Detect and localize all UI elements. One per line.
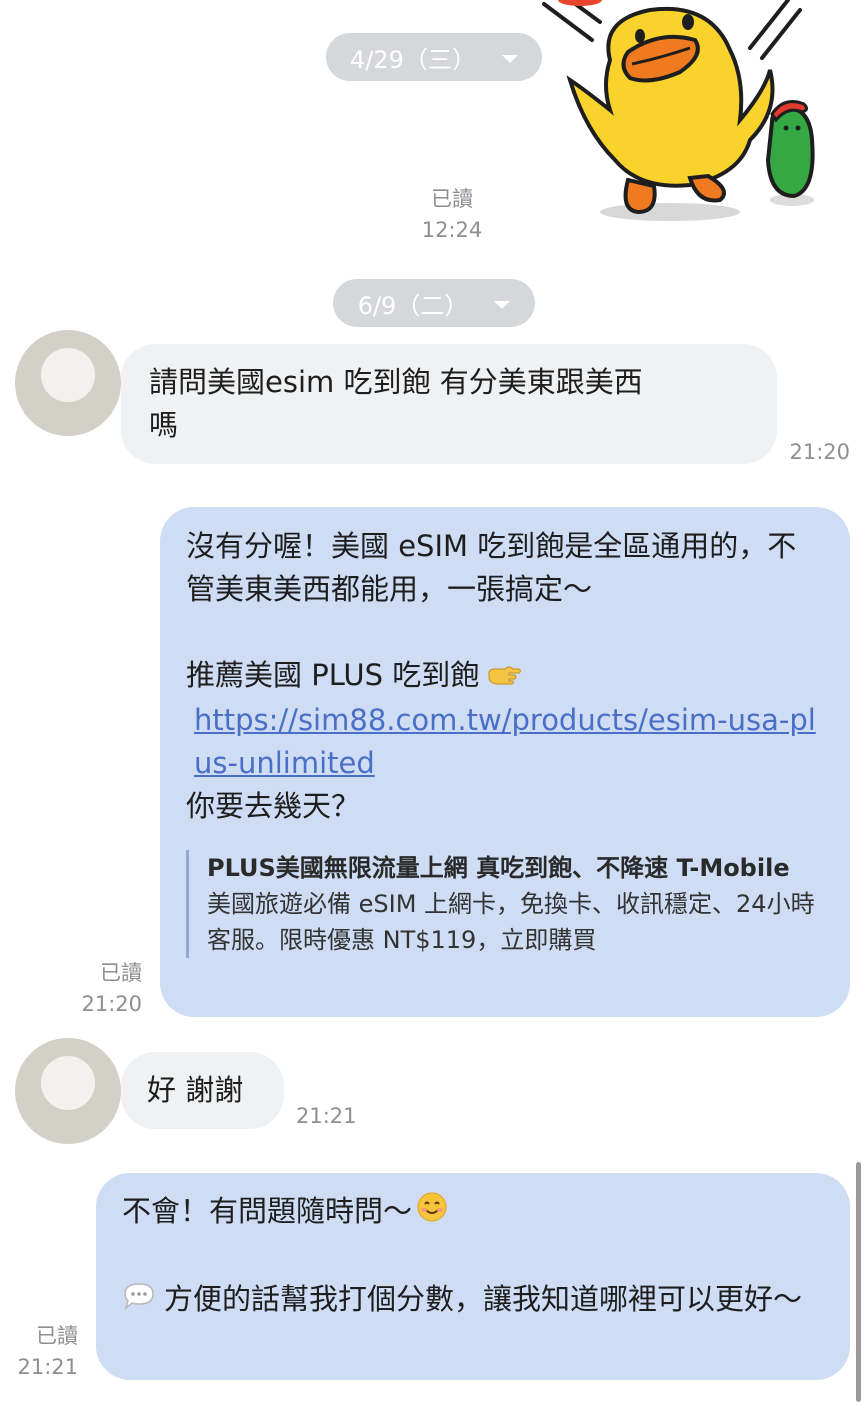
date-label: 4/29（三）	[350, 45, 476, 74]
outgoing-message-bubble[interactable]: 沒有分喔！美國 eSIM 吃到飽是全區通用的，不管美東美西都能用，一張搞定～ 推…	[160, 507, 850, 1017]
duck-sticker[interactable]	[540, 0, 830, 230]
product-link[interactable]: https://sim88.com.tw/products/esim-usa-p…	[186, 699, 822, 785]
message-time: 21:21	[296, 1104, 357, 1128]
incoming-message-bubble[interactable]: 請問美國esim 吃到飽 有分美東跟美西 嗎	[121, 344, 777, 464]
message-text: 好 謝謝	[147, 1073, 244, 1107]
message-text: 方便的話幫我打個分數，讓我知道哪裡可以更好～	[164, 1282, 803, 1316]
date-label: 6/9（二）	[357, 291, 469, 320]
read-status: 已讀	[100, 961, 142, 985]
avatar[interactable]	[15, 330, 121, 436]
read-status: 已讀	[431, 187, 473, 211]
message-time: 21:20	[789, 440, 850, 464]
message-meta: 已讀 12:24	[416, 184, 488, 246]
message-text: 你要去幾天？	[186, 788, 361, 823]
outgoing-message-bubble[interactable]: 不會！有問題隨時問～ 方便的話幫我打個分數，讓我知道哪裡可以更好～	[96, 1173, 850, 1380]
link-preview-title: PLUS美國無限流量上網 真吃到飽、不降速 T-Mobile	[207, 853, 790, 882]
message-meta: 已讀 21:20	[70, 958, 142, 1020]
message-time: 21:20	[81, 992, 142, 1016]
message-text: 沒有分喔！美國 eSIM 吃到飽是全區通用的，不管美東美西都能用，一張搞定～	[186, 529, 797, 606]
message-text: 請問美國esim 吃到飽 有分美東跟美西 嗎	[149, 365, 643, 442]
message-time: 21:21	[17, 1355, 78, 1379]
scrollbar[interactable]	[856, 1162, 861, 1402]
duck-sticker-icon	[542, 0, 815, 221]
date-separator[interactable]: 4/29（三）	[326, 33, 542, 81]
incoming-message-bubble[interactable]: 好 謝謝	[121, 1052, 284, 1129]
message-text: 推薦美國 PLUS 吃到飽	[186, 658, 480, 692]
date-separator[interactable]: 6/9（二）	[333, 279, 535, 327]
read-status: 已讀	[36, 1324, 78, 1348]
message-meta: 已讀 21:21	[6, 1321, 78, 1383]
speech-balloon-icon	[122, 1280, 156, 1323]
chevron-down-icon	[494, 301, 511, 309]
message-time: 12:24	[421, 218, 483, 242]
avatar[interactable]	[15, 1038, 121, 1144]
pointing-hand-icon	[487, 656, 523, 699]
link-preview[interactable]: PLUS美國無限流量上網 真吃到飽、不降速 T-Mobile 美國旅遊必備 eS…	[186, 849, 822, 958]
message-text: 不會！有問題隨時問～	[122, 1194, 413, 1228]
link-preview-description: 美國旅遊必備 eSIM 上網卡，免換卡、收訊穩定、24小時客服。限時優惠 NT$…	[207, 889, 815, 954]
smiling-face-icon	[416, 1191, 448, 1235]
chevron-down-icon	[501, 55, 518, 63]
